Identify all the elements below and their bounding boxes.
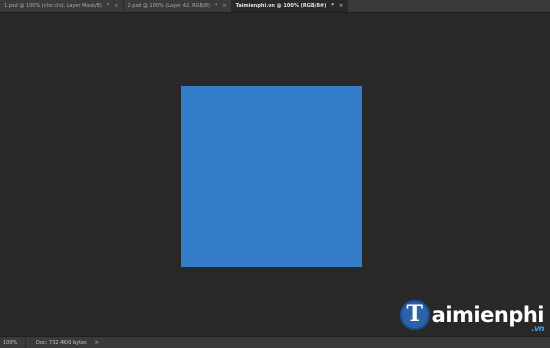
tab-label: Taimienphi.vn @ 100% (RGB/8#) xyxy=(235,3,327,9)
logo-text: aimienphi xyxy=(431,302,545,327)
tab-1-psd[interactable]: 1.psd @ 100% (cho chữ, Layer Mask/8) * × xyxy=(0,0,124,12)
tab-2-psd[interactable]: 2.psd @ 100% (Layer 42, RGB/8) * × xyxy=(124,0,232,12)
logo-domain: .vn xyxy=(531,323,545,333)
status-menu-arrow-icon[interactable]: > xyxy=(95,340,99,346)
status-bar: 100% Doc: 732.4K/0 bytes > xyxy=(0,336,550,348)
close-icon[interactable]: × xyxy=(222,3,226,9)
tab-label: 1.psd @ 100% (cho chữ, Layer Mask/8) xyxy=(4,3,102,9)
document-canvas[interactable] xyxy=(181,86,362,267)
logo-wordmark: aimienphi .vn xyxy=(431,302,545,332)
tab-modified-indicator: * xyxy=(214,3,218,9)
tab-modified-indicator: * xyxy=(106,3,110,9)
document-info: Doc: 732.4K/0 bytes > xyxy=(26,337,99,348)
zoom-level: 100% xyxy=(3,339,18,346)
logo-badge-icon: T xyxy=(399,300,430,330)
document-tab-bar: 1.psd @ 100% (cho chữ, Layer Mask/8) * ×… xyxy=(0,0,550,13)
close-icon[interactable]: × xyxy=(114,3,118,9)
tab-taimienphi[interactable]: Taimienphi.vn @ 100% (RGB/8#) * × xyxy=(231,0,349,12)
logo-letter: T xyxy=(406,301,423,327)
canvas-workspace[interactable] xyxy=(0,13,550,337)
watermark-logo: T aimienphi .vn xyxy=(399,295,545,335)
doc-size: Doc: 732.4K/0 bytes xyxy=(36,339,87,346)
close-icon[interactable]: × xyxy=(339,3,343,9)
zoom-level-field[interactable]: 100% xyxy=(0,337,26,348)
tab-label: 2.psd @ 100% (Layer 42, RGB/8) xyxy=(127,3,210,9)
tab-modified-indicator: * xyxy=(331,3,335,9)
